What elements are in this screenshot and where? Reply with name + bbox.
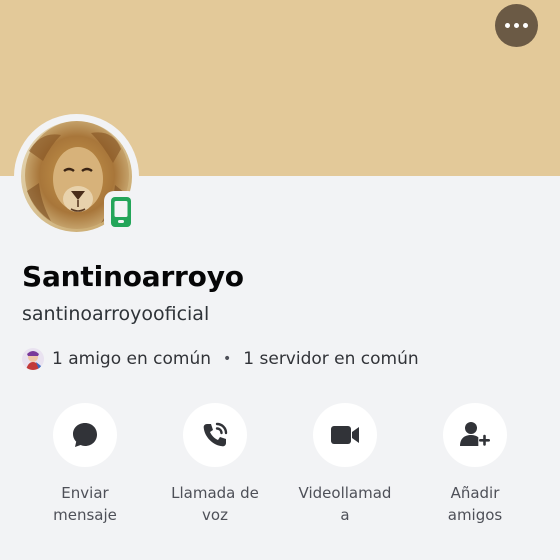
mobile-status-indicator — [104, 191, 138, 233]
chat-bubble-icon — [73, 423, 97, 447]
phone-call-icon — [203, 422, 228, 447]
display-name: Santinoarroyo — [22, 260, 244, 293]
more-options-button[interactable] — [495, 4, 538, 47]
send-message-circle[interactable] — [53, 403, 117, 467]
username: santinoarroyooficial — [22, 303, 210, 325]
mutual-avatar-icon — [22, 348, 44, 370]
mutuals-row[interactable]: 1 amigo en común • 1 servidor en común — [22, 345, 419, 373]
add-friend-circle[interactable] — [443, 403, 507, 467]
action-buttons: Enviar mensaje Llamada de voz Videollama… — [0, 403, 560, 543]
more-dot-icon — [505, 23, 510, 28]
add-friend-icon — [460, 422, 490, 446]
send-message-label: Enviar mensaje — [53, 484, 117, 524]
video-camera-icon — [331, 426, 359, 444]
voice-call-button[interactable]: Llamada de voz — [155, 403, 275, 526]
video-call-circle[interactable] — [313, 403, 377, 467]
mutual-servers-text[interactable]: 1 servidor en común — [243, 349, 418, 369]
more-dot-icon — [523, 23, 528, 28]
voice-call-label: Llamada de voz — [171, 484, 259, 524]
video-call-button[interactable]: Videollamada — [285, 403, 405, 526]
mutual-friend-avatar — [22, 348, 44, 370]
mobile-online-icon — [111, 197, 131, 227]
send-message-button[interactable]: Enviar mensaje — [25, 403, 145, 526]
separator-dot: • — [223, 351, 232, 367]
video-call-label: Videollamada — [298, 484, 392, 524]
add-friend-label: Añadir amigos — [447, 484, 503, 524]
voice-call-circle[interactable] — [183, 403, 247, 467]
mutual-friends-text[interactable]: 1 amigo en común — [52, 349, 211, 369]
more-dot-icon — [514, 23, 519, 28]
add-friend-button[interactable]: Añadir amigos — [415, 403, 535, 526]
